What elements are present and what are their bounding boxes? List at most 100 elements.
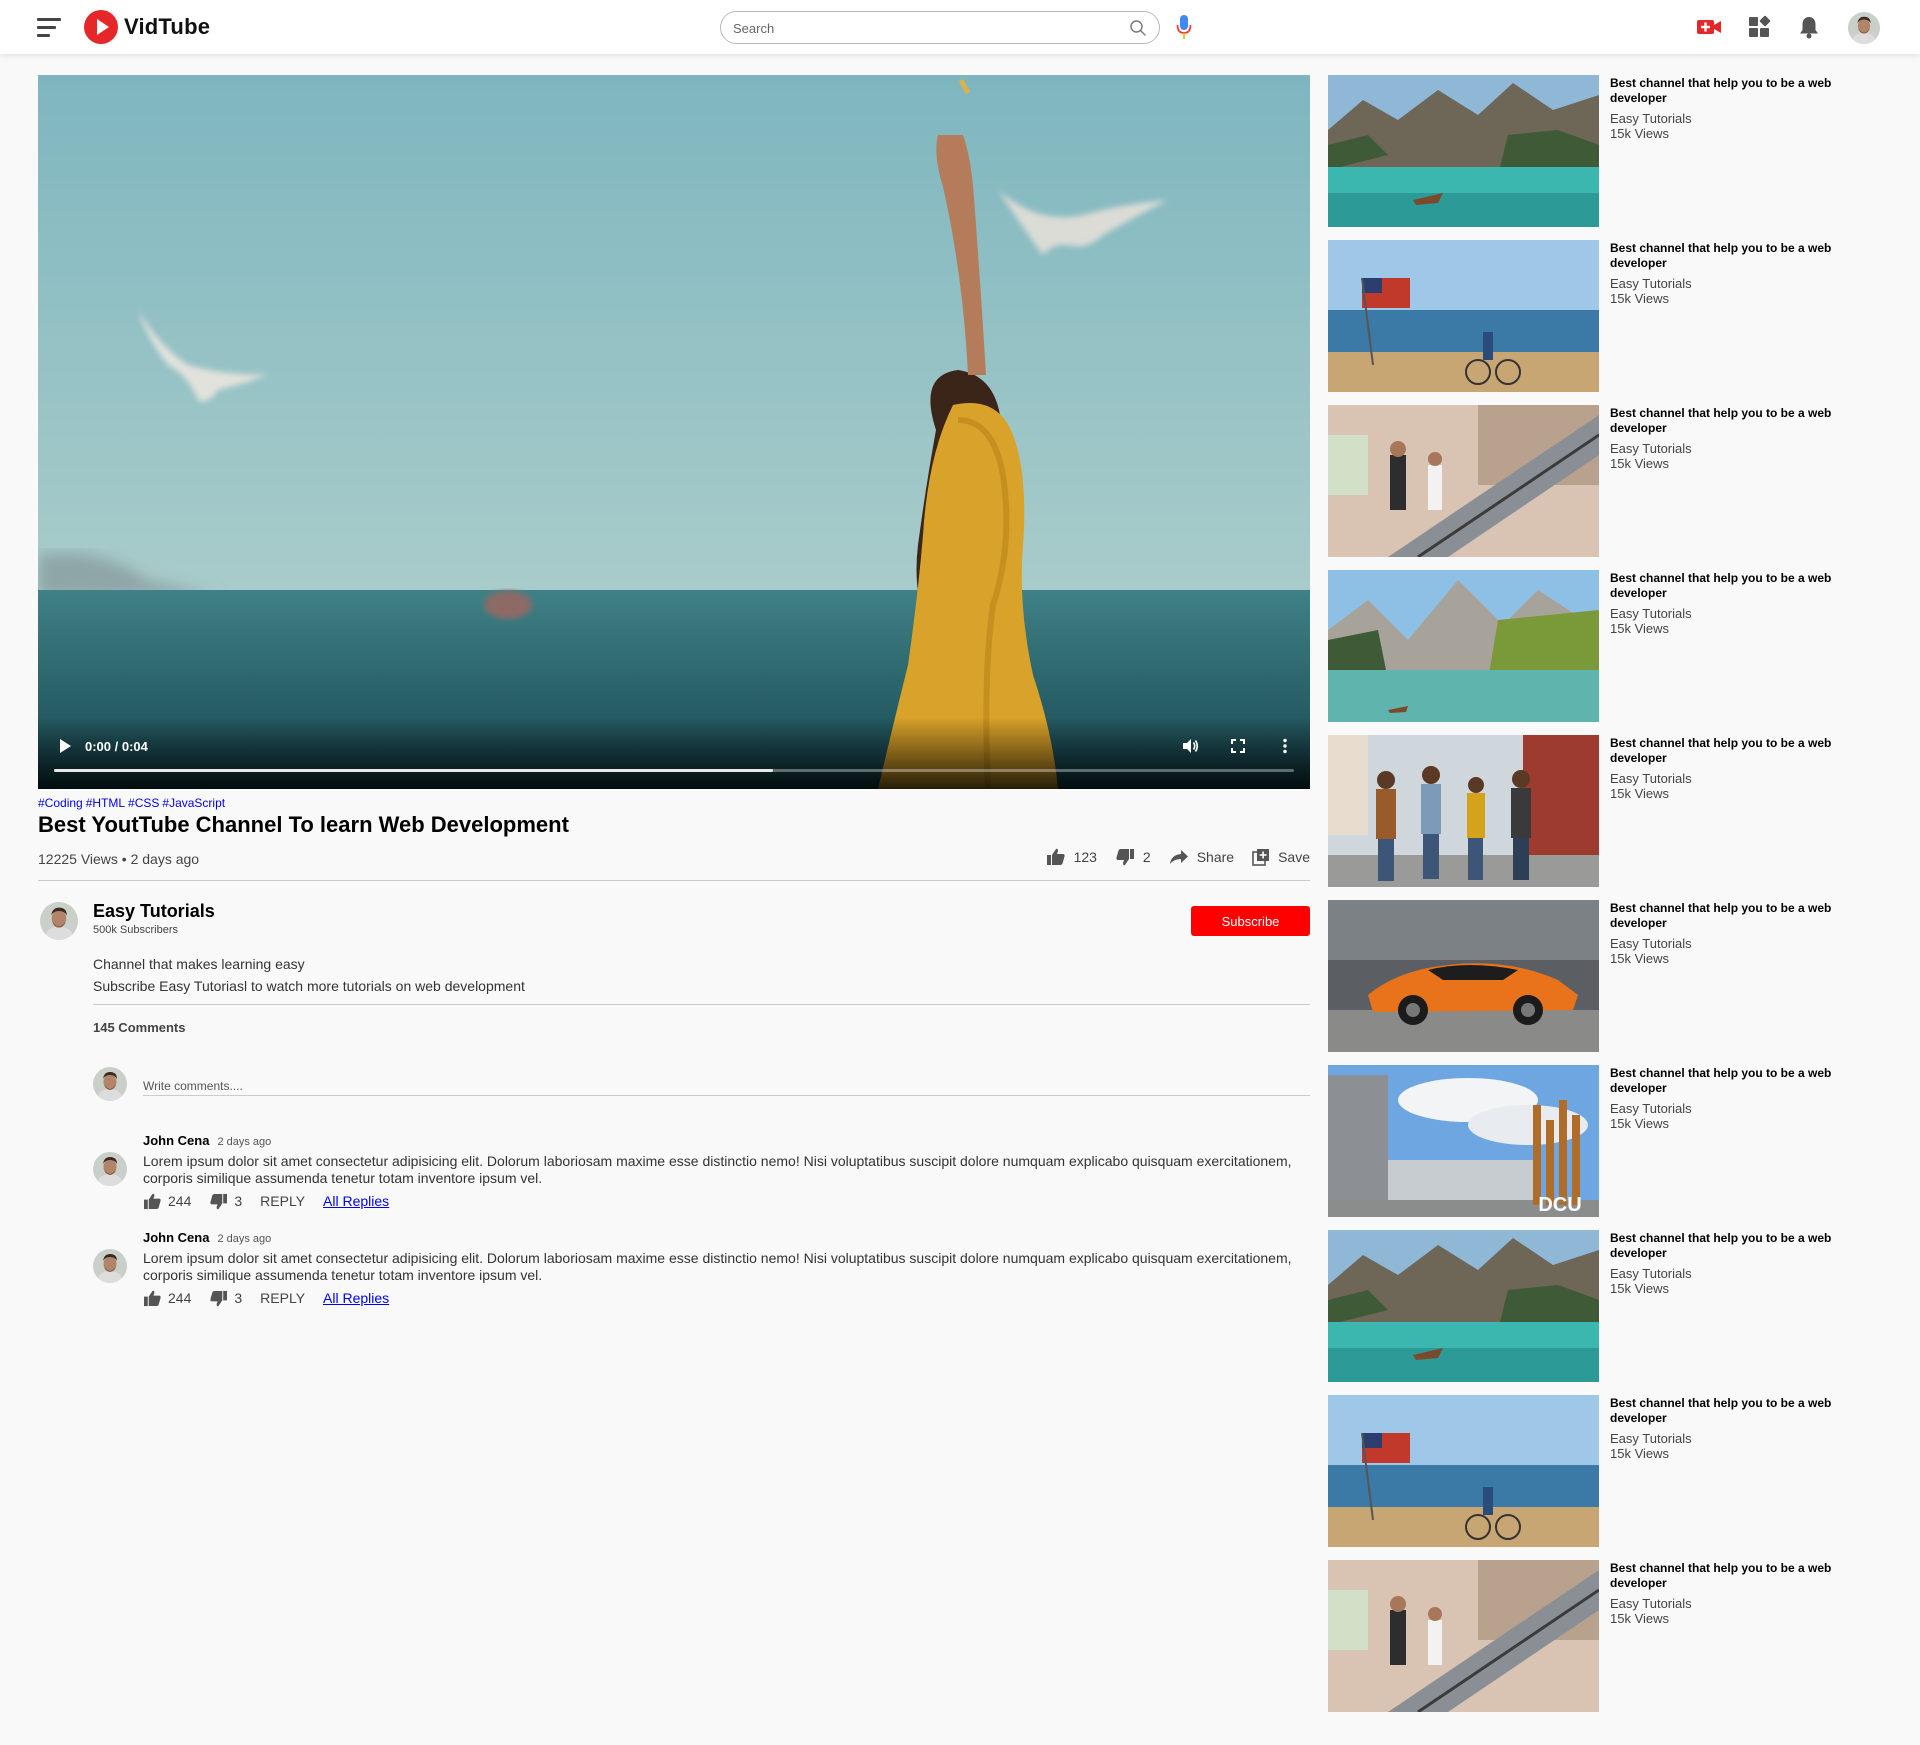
notifications-icon[interactable] <box>1796 14 1822 40</box>
time-display: 0:00 / 0:04 <box>85 739 148 754</box>
recommended-video-item[interactable]: Best channel that help you to be a web d… <box>1328 570 1888 722</box>
menu-icon[interactable] <box>37 17 61 37</box>
recommended-video-channel[interactable]: Easy Tutorials <box>1610 1596 1860 1611</box>
video-thumbnail[interactable] <box>1328 570 1599 722</box>
progress-bar[interactable] <box>54 769 1294 772</box>
recommended-video-item[interactable]: Best channel that help you to be a web d… <box>1328 900 1888 1052</box>
recommended-video-info: Best channel that help you to be a web d… <box>1610 570 1860 636</box>
save-button[interactable]: Save <box>1252 848 1310 866</box>
video-thumbnail[interactable] <box>1328 240 1599 392</box>
recommended-video-title[interactable]: Best channel that help you to be a web d… <box>1610 1066 1860 1096</box>
play-icon[interactable] <box>58 738 72 754</box>
comment-text: Lorem ipsum dolor sit amet consectetur a… <box>143 1250 1292 1283</box>
video-thumbnail[interactable] <box>1328 405 1599 557</box>
commenter-avatar[interactable] <box>93 1249 127 1283</box>
recommended-video-channel[interactable]: Easy Tutorials <box>1610 771 1860 786</box>
user-avatar-icon <box>93 1152 127 1186</box>
mic-icon[interactable] <box>1176 14 1192 40</box>
apps-icon[interactable] <box>1746 14 1772 40</box>
recommended-video-channel[interactable]: Easy Tutorials <box>1610 1431 1860 1446</box>
volume-icon[interactable] <box>1181 737 1199 755</box>
recommended-video-item[interactable]: Best channel that help you to be a web d… <box>1328 1230 1888 1382</box>
video-thumbnail[interactable] <box>1328 75 1599 227</box>
recommended-video-title[interactable]: Best channel that help you to be a web d… <box>1610 1396 1860 1426</box>
recommended-video-title[interactable]: Best channel that help you to be a web d… <box>1610 571 1860 601</box>
tag-link[interactable]: #JavaScript <box>162 796 225 810</box>
reply-button[interactable]: REPLY <box>260 1193 305 1209</box>
recommended-video-title[interactable]: Best channel that help you to be a web d… <box>1610 76 1860 106</box>
comment-like-button[interactable]: 244 <box>143 1290 191 1307</box>
recommended-video-item[interactable]: Best channel that help you to be a web d… <box>1328 1560 1888 1712</box>
dislike-count: 2 <box>1142 849 1151 865</box>
video-thumbnail[interactable] <box>1328 1395 1599 1547</box>
all-replies-link[interactable]: All Replies <box>323 1193 389 1209</box>
divider <box>38 880 1310 881</box>
video-player[interactable]: 0:00 / 0:04 <box>38 75 1310 789</box>
recommended-video-title[interactable]: Best channel that help you to be a web d… <box>1610 406 1860 436</box>
recommended-video-channel[interactable]: Easy Tutorials <box>1610 606 1860 621</box>
more-options-icon[interactable] <box>1276 737 1294 755</box>
recommended-video-item[interactable]: Best channel that help you to be a web d… <box>1328 405 1888 557</box>
like-button[interactable]: 123 <box>1046 848 1097 866</box>
comment-dislike-count: 3 <box>234 1193 243 1209</box>
recommended-video-info: Best channel that help you to be a web d… <box>1610 900 1860 966</box>
reply-button[interactable]: REPLY <box>260 1290 305 1306</box>
search-bar <box>720 11 1160 44</box>
recommended-video-title[interactable]: Best channel that help you to be a web d… <box>1610 241 1860 271</box>
video-thumbnail[interactable] <box>1328 735 1599 887</box>
recommended-video-channel[interactable]: Easy Tutorials <box>1610 276 1860 291</box>
video-thumbnail[interactable] <box>1328 900 1599 1052</box>
user-avatar-icon <box>40 902 78 940</box>
fullscreen-icon[interactable] <box>1229 737 1247 755</box>
tag-link[interactable]: #Coding <box>38 796 83 810</box>
comment-like-button[interactable]: 244 <box>143 1193 191 1210</box>
channel-description-line: Channel that makes learning easy <box>93 956 305 972</box>
upload-video-icon[interactable] <box>1696 14 1722 40</box>
logo[interactable]: VidTube <box>84 10 210 44</box>
share-button[interactable]: Share <box>1169 849 1234 865</box>
recommended-video-info: Best channel that help you to be a web d… <box>1610 1230 1860 1296</box>
comment-item: John Cena 2 days ago Lorem ipsum dolor si… <box>143 1132 1303 1210</box>
comment-dislike-button[interactable]: 3 <box>209 1193 242 1210</box>
recommended-video-views: 15k Views <box>1610 291 1670 306</box>
recommended-video-views: 15k Views <box>1610 951 1670 966</box>
recommended-video-channel[interactable]: Easy Tutorials <box>1610 936 1860 951</box>
subscribe-button[interactable]: Subscribe <box>1191 906 1310 936</box>
recommended-video-title[interactable]: Best channel that help you to be a web d… <box>1610 736 1860 766</box>
recommended-video-item[interactable]: Best channel that help you to be a web d… <box>1328 735 1888 887</box>
recommended-video-title[interactable]: Best channel that help you to be a web d… <box>1610 1231 1860 1261</box>
commenter-name[interactable]: John Cena <box>143 1230 209 1245</box>
subscriber-count: 500k Subscribers <box>93 924 178 936</box>
thumbs-up-icon <box>144 1193 161 1209</box>
recommended-video-title[interactable]: Best channel that help you to be a web d… <box>1610 1561 1860 1591</box>
comment-input[interactable] <box>143 1076 1310 1096</box>
dislike-button[interactable]: 2 <box>1115 848 1151 866</box>
profile-avatar[interactable] <box>1848 12 1880 44</box>
comment-dislike-button[interactable]: 3 <box>209 1290 242 1307</box>
tag-link[interactable]: #HTML <box>86 796 125 810</box>
tag-link[interactable]: #CSS <box>128 796 159 810</box>
recommended-video-info: Best channel that help you to be a web d… <box>1610 405 1860 471</box>
recommended-video-channel[interactable]: Easy Tutorials <box>1610 1266 1860 1281</box>
search-input[interactable] <box>733 18 1113 38</box>
recommended-video-item[interactable]: DCU Best channel that help you to be a w… <box>1328 1065 1888 1217</box>
commenter-avatar[interactable] <box>93 1152 127 1186</box>
commenter-name[interactable]: John Cena <box>143 1133 209 1148</box>
channel-avatar[interactable] <box>40 902 78 940</box>
view-count: 12225 Views • 2 days ago <box>38 851 200 867</box>
recommended-video-item[interactable]: Best channel that help you to be a web d… <box>1328 1395 1888 1547</box>
recommended-video-title[interactable]: Best channel that help you to be a web d… <box>1610 901 1860 931</box>
all-replies-link[interactable]: All Replies <box>323 1290 389 1306</box>
comment-dislike-count: 3 <box>234 1290 243 1306</box>
recommended-video-channel[interactable]: Easy Tutorials <box>1610 111 1860 126</box>
recommended-video-views: 15k Views <box>1610 456 1670 471</box>
search-icon[interactable] <box>1129 19 1147 37</box>
recommended-video-channel[interactable]: Easy Tutorials <box>1610 441 1860 456</box>
channel-name[interactable]: Easy Tutorials <box>93 901 215 922</box>
recommended-video-channel[interactable]: Easy Tutorials <box>1610 1101 1860 1116</box>
video-thumbnail[interactable] <box>1328 1560 1599 1712</box>
recommended-video-item[interactable]: Best channel that help you to be a web d… <box>1328 75 1888 227</box>
video-thumbnail[interactable]: DCU <box>1328 1065 1599 1217</box>
recommended-video-item[interactable]: Best channel that help you to be a web d… <box>1328 240 1888 392</box>
video-thumbnail[interactable] <box>1328 1230 1599 1382</box>
